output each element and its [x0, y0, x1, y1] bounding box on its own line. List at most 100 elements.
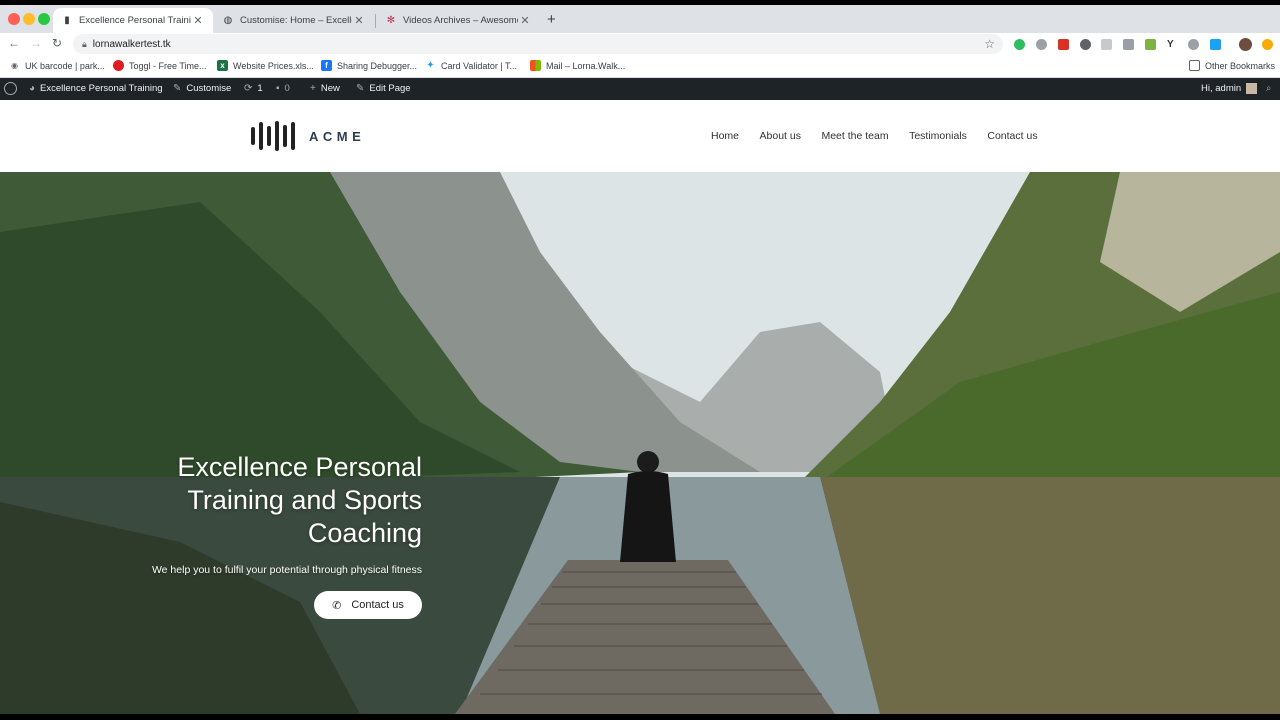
facebook-icon: f — [321, 60, 332, 71]
twitter-extension-icon[interactable] — [1210, 39, 1221, 50]
my-account-link[interactable]: Hi, admin — [1201, 83, 1258, 94]
wordpress-logo-icon[interactable] — [4, 82, 17, 95]
greeting-label: Hi, admin — [1201, 83, 1242, 94]
reload-icon[interactable]: ↻ — [52, 36, 62, 50]
spreadsheet-icon: x — [217, 60, 228, 71]
bookmark-label: UK barcode | park... — [25, 60, 105, 71]
hero-section: Excellence Personal Training and Sports … — [0, 172, 1280, 714]
site-logo[interactable]: ACME — [251, 120, 365, 152]
bookmark-label: Card Validator | T... — [441, 60, 518, 71]
extension-icon[interactable] — [1080, 39, 1091, 50]
bookmark-item[interactable]: ✦ Card Validator | T... — [425, 60, 517, 71]
hero-title-line: Excellence Personal — [177, 452, 422, 482]
browser-tab-2[interactable]: ◍ Customise: Home – Excellence ✕ — [214, 8, 374, 33]
updates-link[interactable]: ⟳ 1 — [244, 83, 263, 94]
menu-item-testimonials[interactable]: Testimonials — [909, 130, 967, 142]
edit-page-label: Edit Page — [369, 83, 411, 94]
extension-icon[interactable] — [1036, 39, 1047, 50]
dashboard-icon: ◕ — [29, 83, 36, 94]
cloud-extension-icon[interactable] — [1188, 39, 1199, 50]
profile-avatar[interactable] — [1239, 38, 1252, 51]
comments-link[interactable]: ▪ 0 — [276, 83, 290, 94]
updates-icon: ⟳ — [244, 83, 253, 94]
sound-wave-icon: ▮ — [64, 15, 70, 26]
logo-text: ACME — [309, 128, 366, 144]
menu-item-meet-the-team[interactable]: Meet the team — [821, 130, 888, 142]
url-text: lornawalkertest.tk — [92, 38, 171, 50]
globe-icon: ◍ — [223, 15, 233, 26]
edit-page-link[interactable]: ✎ Edit Page — [356, 83, 411, 94]
browser-tab-1[interactable]: ▮ Excellence Personal Training – ✕ — [53, 8, 213, 33]
code-extension-icon[interactable] — [1101, 39, 1112, 50]
twitter-icon: ✦ — [425, 60, 436, 71]
bookmark-item[interactable]: Mail – Lorna.Walk... — [530, 60, 625, 71]
new-content-link[interactable]: + New — [310, 83, 340, 94]
menu-item-home[interactable]: Home — [711, 130, 739, 142]
pencil-icon: ✎ — [356, 83, 365, 94]
window-maximize-button[interactable] — [38, 13, 50, 25]
menu-item-about-us[interactable]: About us — [760, 130, 801, 142]
bottom-edge — [0, 714, 1280, 720]
brush-icon: ✎ — [173, 83, 182, 94]
comment-icon: ▪ — [276, 83, 280, 94]
window-minimize-button[interactable] — [23, 13, 35, 25]
close-icon[interactable]: ✕ — [518, 14, 532, 27]
camera-extension-icon[interactable] — [1123, 39, 1134, 50]
updates-count: 1 — [257, 83, 263, 94]
hero-background-image — [0, 172, 1280, 714]
new-label: New — [320, 83, 340, 94]
bookmark-item[interactable]: Toggl - Free Time... — [113, 60, 207, 71]
hero-title-line: Training and Sports — [187, 485, 422, 515]
camera-icon: ◉ — [9, 60, 20, 71]
customise-link[interactable]: ✎ Customise — [173, 83, 231, 94]
search-icon[interactable]: ⌕ — [1266, 83, 1271, 94]
folder-icon — [1189, 60, 1200, 71]
bookmark-item[interactable]: x Website Prices.xls... — [217, 60, 314, 71]
address-bar[interactable]: 🔒︎ lornawalkertest.tk ☆ — [73, 34, 1003, 54]
forward-icon[interactable]: → — [30, 36, 42, 50]
bookmark-label: Sharing Debugger... — [337, 60, 418, 71]
lock-icon: 🔒︎ — [82, 38, 87, 49]
menu-item-contact-us[interactable]: Contact us — [987, 130, 1037, 142]
bookmark-label: Toggl - Free Time... — [129, 60, 207, 71]
wp-admin-bar: ◕ Excellence Personal Training ✎ Customi… — [0, 78, 1280, 100]
phone-icon: ✆ — [332, 599, 342, 612]
close-icon[interactable]: ✕ — [191, 14, 205, 27]
primary-menu: Home About us Meet the team Testimonials… — [711, 130, 1058, 142]
tab-title: Customise: Home – Excellence — [240, 15, 352, 26]
window-close-button[interactable] — [8, 13, 20, 25]
hero-text-block: Excellence Personal Training and Sports … — [92, 451, 422, 576]
browser-toolbar: ← → ↻ 🔒︎ lornawalkertest.tk ☆ Y — [0, 33, 1280, 55]
bookmark-item[interactable]: ◉ UK barcode | park... — [9, 60, 105, 71]
avatar — [1246, 83, 1258, 94]
hero-subtitle: We help you to fulfil your potential thr… — [151, 564, 422, 576]
evernote-extension-icon[interactable] — [1014, 39, 1025, 50]
bookmarks-bar: ◉ UK barcode | park... Toggl - Free Time… — [0, 55, 1280, 78]
site-name-link[interactable]: ◕ Excellence Personal Training — [29, 83, 163, 94]
hero-title: Excellence Personal Training and Sports … — [92, 451, 422, 550]
contact-us-button[interactable]: ✆ Contact us — [314, 591, 422, 619]
gear-icon: ✻ — [386, 15, 396, 26]
extension-icon[interactable] — [1262, 39, 1273, 50]
new-tab-button[interactable]: + — [547, 12, 556, 27]
other-bookmarks[interactable]: Other Bookmarks — [1189, 60, 1275, 71]
bookmark-label: Mail – Lorna.Walk... — [546, 60, 626, 71]
back-icon[interactable]: ← — [8, 36, 20, 50]
tab-title: Videos Archives – Awesome Te — [403, 15, 518, 26]
browser-tab-3[interactable]: ✻ Videos Archives – Awesome Te ✕ — [377, 8, 540, 33]
other-bookmarks-label: Other Bookmarks — [1205, 60, 1276, 71]
yoast-extension-icon[interactable]: Y — [1167, 39, 1178, 50]
extension-badge-icon[interactable] — [1058, 39, 1069, 50]
bookmark-item[interactable]: f Sharing Debugger... — [321, 60, 417, 71]
close-icon[interactable]: ✕ — [352, 14, 366, 27]
site-name-label: Excellence Personal Training — [40, 83, 163, 94]
browser-tab-bar: ▮ Excellence Personal Training – ✕ ◍ Cus… — [0, 5, 1280, 33]
extension-icon[interactable] — [1145, 39, 1156, 50]
sound-wave-logo-icon — [251, 121, 295, 151]
microsoft-icon — [530, 60, 541, 71]
toggl-icon — [113, 60, 124, 71]
bookmark-star-icon[interactable]: ☆ — [984, 37, 995, 51]
site-header: ACME Home About us Meet the team Testimo… — [0, 100, 1280, 172]
bookmark-label: Website Prices.xls... — [233, 60, 314, 71]
tab-title: Excellence Personal Training – — [79, 15, 191, 26]
